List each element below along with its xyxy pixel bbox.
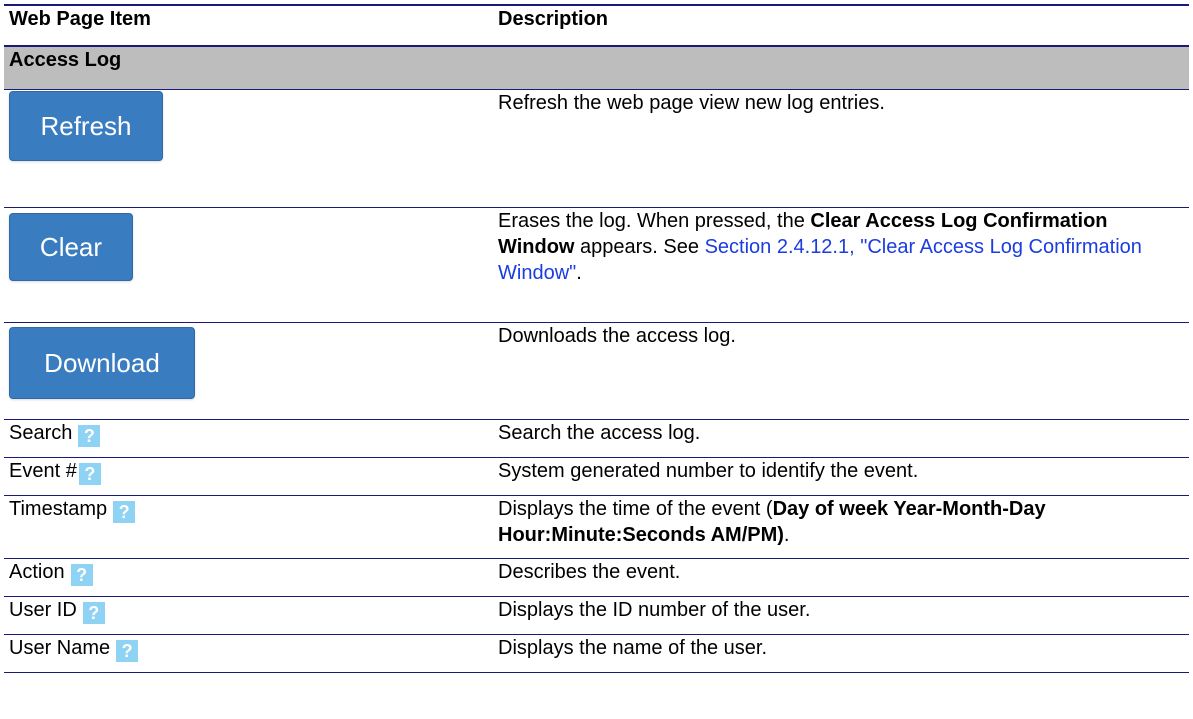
question-mark-icon[interactable]: ?	[82, 601, 105, 624]
item-cell: Download	[4, 322, 493, 420]
table-row: Event #? System generated number to iden…	[4, 457, 1189, 496]
table-row: Refresh Refresh the web page view new lo…	[4, 89, 1189, 208]
table-row: Clear Erases the log. When pressed, the …	[4, 207, 1189, 323]
question-mark-icon[interactable]: ?	[116, 639, 139, 662]
clear-button[interactable]: Clear	[9, 212, 133, 281]
table-row: Search? Search the access log.	[4, 419, 1189, 458]
download-button[interactable]: Download	[9, 326, 195, 399]
clear-desc-text-2: appears. See	[574, 235, 705, 258]
clear-desc-text: Erases the log. When pressed, the	[498, 209, 811, 232]
description-cell: Displays the name of the user.	[493, 634, 1189, 673]
item-cell: Action?	[4, 558, 493, 597]
web-page-items-table: Web Page Item Description Access Log Ref…	[4, 4, 1189, 673]
description-cell: Refresh the web page view new log entrie…	[493, 89, 1189, 208]
table-row: User ID? Displays the ID number of the u…	[4, 596, 1189, 635]
item-cell: Refresh	[4, 89, 493, 208]
description-cell: Displays the time of the event (Day of w…	[493, 495, 1189, 559]
field-name: User ID	[9, 598, 77, 621]
timestamp-desc-end: .	[783, 523, 790, 546]
item-cell: Clear	[4, 207, 493, 323]
table-row: Action? Describes the event.	[4, 558, 1189, 597]
description-cell: Displays the ID number of the user.	[493, 596, 1189, 635]
description-cell: Downloads the access log.	[493, 322, 1189, 420]
field-name: Search	[9, 421, 73, 444]
clear-desc-end: .	[576, 261, 582, 284]
section-row: Access Log	[4, 46, 1189, 90]
table-row: Download Downloads the access log.	[4, 322, 1189, 420]
section-title: Access Log	[4, 46, 1189, 90]
table-header-row: Web Page Item Description	[4, 4, 1189, 47]
item-cell: Timestamp?	[4, 495, 493, 559]
item-cell: Event #?	[4, 457, 493, 496]
field-name: Action	[9, 560, 65, 583]
description-cell: Search the access log.	[493, 419, 1189, 458]
item-cell: User Name?	[4, 634, 493, 673]
item-cell: Search?	[4, 419, 493, 458]
header-description: Description	[493, 4, 1189, 47]
refresh-button[interactable]: Refresh	[9, 90, 163, 161]
description-cell: Describes the event.	[493, 558, 1189, 597]
question-mark-icon[interactable]: ?	[78, 462, 101, 485]
timestamp-desc-text: Displays the time of the event (	[498, 497, 773, 520]
item-cell: User ID?	[4, 596, 493, 635]
description-cell: Erases the log. When pressed, the Clear …	[493, 207, 1189, 323]
field-name: Timestamp	[9, 497, 108, 520]
question-mark-icon[interactable]: ?	[78, 424, 101, 447]
field-name: User Name	[9, 636, 111, 659]
description-cell: System generated number to identify the …	[493, 457, 1189, 496]
field-name: Event #	[9, 459, 77, 482]
header-web-page-item: Web Page Item	[4, 4, 493, 47]
table-row: User Name? Displays the name of the user…	[4, 634, 1189, 673]
question-mark-icon[interactable]: ?	[113, 500, 136, 523]
question-mark-icon[interactable]: ?	[70, 563, 93, 586]
table-row: Timestamp? Displays the time of the even…	[4, 495, 1189, 559]
